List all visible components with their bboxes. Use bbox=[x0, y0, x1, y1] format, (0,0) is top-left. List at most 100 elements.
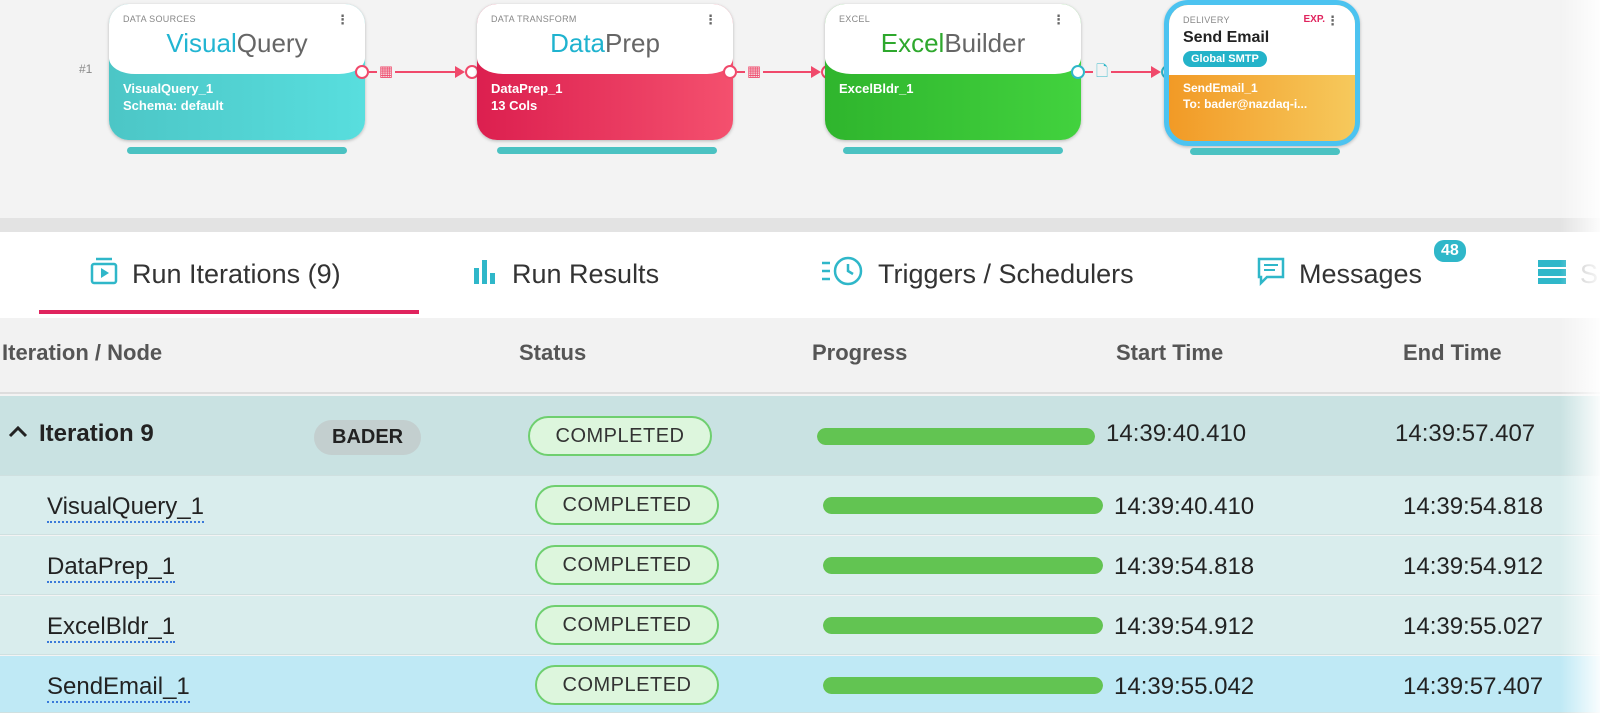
bar-chart-icon bbox=[470, 256, 500, 293]
start-time: 14:39:40.410 bbox=[1114, 493, 1255, 520]
node-menu-icon[interactable]: ⋮ bbox=[704, 12, 717, 28]
node-logo: ExcelBuilder bbox=[880, 28, 1026, 58]
status-badge: COMPLETED bbox=[535, 605, 719, 645]
node-link[interactable]: DataPrep_1 bbox=[47, 553, 176, 583]
end-time: 14:39:54.912 bbox=[1403, 553, 1544, 580]
progress-bar bbox=[823, 557, 1103, 574]
tab-label: Run Iterations (9) bbox=[132, 258, 341, 289]
pipeline-canvas[interactable]: #1 DATA SOURCES ⋮ VisualQuery VisualQuer… bbox=[0, 0, 1600, 218]
iteration-label: Iteration 9 bbox=[39, 420, 154, 447]
node-details: ExcelBldr_1 bbox=[839, 81, 914, 96]
active-tab-indicator bbox=[39, 310, 419, 314]
col-header-status[interactable]: Status bbox=[519, 340, 586, 366]
pipeline-row-number: #1 bbox=[79, 62, 93, 76]
node-category: EXCEL bbox=[839, 14, 871, 24]
node-header: DELIVERY EXP. ⋮ Send Email Global SMTP bbox=[1169, 5, 1355, 75]
arrow-icon bbox=[1151, 66, 1161, 78]
collapse-chevron-icon[interactable] bbox=[6, 420, 30, 451]
node-menu-icon[interactable]: ⋮ bbox=[1052, 12, 1065, 28]
node-sendemail[interactable]: DELIVERY EXP. ⋮ Send Email Global SMTP S… bbox=[1164, 0, 1360, 146]
node-details: VisualQuery_1 Schema: default bbox=[123, 81, 224, 113]
connector-2[interactable]: ▦ bbox=[723, 62, 835, 82]
progress-bar bbox=[823, 497, 1103, 514]
node-details: DataPrep_1 13 Cols bbox=[491, 81, 563, 113]
col-header-progress[interactable]: Progress bbox=[812, 340, 907, 366]
node-visualquery[interactable]: DATA SOURCES ⋮ VisualQuery VisualQuery_1… bbox=[109, 4, 365, 140]
node-logo: VisualQuery bbox=[166, 28, 308, 58]
clock-list-icon bbox=[820, 255, 866, 294]
node-link[interactable]: VisualQuery_1 bbox=[47, 493, 204, 523]
start-time: 14:39:40.410 bbox=[1106, 420, 1247, 447]
table-icon: ▦ bbox=[378, 63, 394, 80]
table-row-selected[interactable]: SendEmail_1 COMPLETED 14:39:55.042 14:39… bbox=[0, 656, 1600, 713]
col-header-start-time[interactable]: Start Time bbox=[1116, 340, 1223, 366]
table-row[interactable]: VisualQuery_1 COMPLETED 14:39:40.410 14:… bbox=[0, 476, 1600, 535]
node-link[interactable]: ExcelBldr_1 bbox=[47, 613, 176, 643]
start-time: 14:39:54.818 bbox=[1114, 553, 1255, 580]
pane-separator[interactable] bbox=[0, 218, 1600, 232]
tab-messages[interactable]: Messages bbox=[1255, 252, 1422, 296]
output-port[interactable] bbox=[1071, 65, 1085, 79]
tab-label: Triggers / Schedulers bbox=[878, 258, 1134, 289]
tab-label: S bbox=[1580, 258, 1599, 289]
node-header: EXCEL ⋮ ExcelBuilder bbox=[825, 4, 1081, 74]
node-menu-icon[interactable]: ⋮ bbox=[1326, 13, 1339, 29]
file-icon: 🗋 bbox=[1095, 63, 1109, 80]
app-root: #1 DATA SOURCES ⋮ VisualQuery VisualQuer… bbox=[0, 0, 1600, 713]
table-row[interactable]: ExcelBldr_1 COMPLETED 14:39:54.912 14:39… bbox=[0, 596, 1600, 655]
play-list-icon bbox=[88, 255, 120, 294]
node-title: Send Email bbox=[1183, 29, 1270, 46]
messages-count-badge: 48 bbox=[1434, 240, 1466, 262]
node-header: DATA TRANSFORM ⋮ DataPrep bbox=[477, 4, 733, 74]
node-menu-icon[interactable]: ⋮ bbox=[336, 12, 349, 28]
node-header: DATA SOURCES ⋮ VisualQuery bbox=[109, 4, 365, 74]
node-category: DATA SOURCES bbox=[123, 14, 196, 24]
experimental-label: EXP. bbox=[1303, 14, 1326, 25]
end-time: 14:39:57.407 bbox=[1403, 673, 1544, 700]
status-badge: COMPLETED bbox=[535, 485, 719, 525]
arrow-icon bbox=[455, 66, 465, 78]
message-icon bbox=[1255, 255, 1287, 294]
output-port[interactable] bbox=[355, 65, 369, 79]
status-badge: COMPLETED bbox=[528, 416, 712, 456]
node-status-bar bbox=[1190, 148, 1340, 155]
bottom-tab-bar: Run Iterations (9) Run Results Triggers … bbox=[0, 232, 1600, 318]
end-time: 14:39:54.818 bbox=[1403, 493, 1544, 520]
end-time: 14:39:55.027 bbox=[1403, 613, 1544, 640]
tab-triggers-schedulers[interactable]: Triggers / Schedulers bbox=[820, 252, 1134, 296]
node-status-bar bbox=[497, 147, 717, 154]
progress-bar bbox=[823, 677, 1103, 694]
connector-1[interactable]: ▦ bbox=[355, 62, 480, 82]
connector-3[interactable]: 🗋 bbox=[1071, 62, 1175, 82]
start-time: 14:39:55.042 bbox=[1114, 673, 1255, 700]
node-status-bar bbox=[843, 147, 1063, 154]
start-time: 14:39:54.912 bbox=[1114, 613, 1255, 640]
progress-bar bbox=[817, 428, 1095, 445]
tab-run-results[interactable]: Run Results bbox=[470, 252, 659, 296]
col-header-iteration-node[interactable]: Iteration / Node bbox=[2, 340, 162, 366]
tab-label: Run Results bbox=[512, 258, 660, 289]
arrow-icon bbox=[811, 66, 821, 78]
status-badge: COMPLETED bbox=[535, 665, 719, 705]
node-status-bar bbox=[127, 147, 347, 154]
node-dataprep[interactable]: DATA TRANSFORM ⋮ DataPrep DataPrep_1 13 … bbox=[477, 4, 733, 140]
output-port[interactable] bbox=[723, 65, 737, 79]
tab-more[interactable]: S bbox=[1536, 252, 1598, 296]
table-icon: ▦ bbox=[746, 63, 762, 80]
progress-bar bbox=[823, 617, 1103, 634]
end-time: 14:39:57.407 bbox=[1395, 420, 1536, 447]
server-icon bbox=[1536, 255, 1568, 294]
tab-run-iterations[interactable]: Run Iterations (9) bbox=[88, 252, 341, 296]
tab-label: Messages bbox=[1299, 258, 1423, 289]
table-header: Iteration / Node Status Progress Start T… bbox=[0, 318, 1600, 394]
node-details: SendEmail_1 To: bader@nazdaq-i... bbox=[1183, 81, 1308, 111]
smtp-badge: Global SMTP bbox=[1183, 51, 1267, 67]
node-link[interactable]: SendEmail_1 bbox=[47, 673, 190, 703]
table-row[interactable]: DataPrep_1 COMPLETED 14:39:54.818 14:39:… bbox=[0, 536, 1600, 595]
status-badge: COMPLETED bbox=[535, 545, 719, 585]
col-header-end-time[interactable]: End Time bbox=[1403, 340, 1502, 366]
node-logo: DataPrep bbox=[550, 28, 660, 58]
node-excelbuilder[interactable]: EXCEL ⋮ ExcelBuilder ExcelBldr_1 bbox=[825, 4, 1081, 140]
user-badge: BADER bbox=[314, 420, 422, 455]
iteration-group-row[interactable]: Iteration 9 BADER COMPLETED 14:39:40.410… bbox=[0, 396, 1600, 476]
